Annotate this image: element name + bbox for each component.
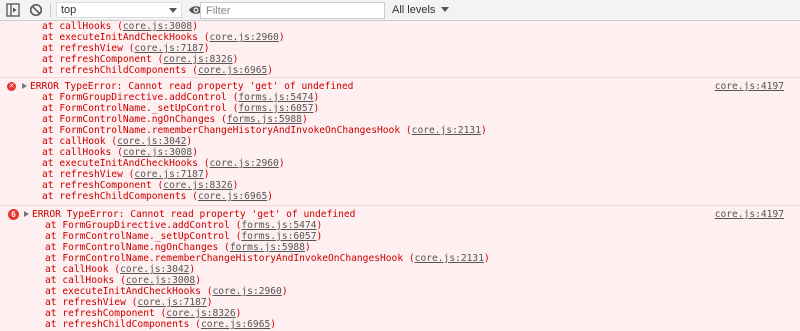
stack-frame: at executeInitAndCheckHooks (core.js:296… (42, 158, 285, 169)
error-message: ERROR TypeError: Cannot read property 'g… (32, 209, 356, 220)
stack-frame: at callHooks (core.js:3008) (45, 275, 201, 286)
stack-frame: at callHook (core.js:3042) (42, 136, 193, 147)
stack-frame: at callHook (core.js:3042) (45, 264, 196, 275)
stack-frame: at refreshComponent (core.js:8326) (42, 54, 239, 65)
log-levels-dropdown[interactable]: All levels (392, 4, 450, 16)
source-link[interactable]: core.js:6965 (198, 191, 267, 202)
source-link[interactable]: core.js:3042 (117, 136, 186, 147)
stack-frame: at refreshChildComponents (core.js:6965) (42, 65, 274, 76)
source-link[interactable]: forms.js:5988 (230, 242, 305, 253)
context-selector[interactable]: top (56, 2, 182, 18)
expand-triangle-icon[interactable] (24, 211, 29, 217)
clear-console-icon[interactable] (29, 3, 43, 17)
expand-triangle-icon[interactable] (22, 83, 27, 89)
source-link[interactable]: forms.js:5474 (238, 92, 313, 103)
stack-frame: at callHooks (core.js:3008) (42, 21, 198, 32)
stack-frame: at FormControlName.ngOnChanges (forms.js… (42, 114, 308, 125)
stack-frame: at executeInitAndCheckHooks (core.js:296… (45, 286, 288, 297)
source-link[interactable]: core.js:8326 (163, 180, 232, 191)
console-message: at callHooks (core.js:3008) at executeIn… (0, 21, 800, 76)
source-link[interactable]: core.js:7187 (134, 169, 203, 180)
console-toolbar: top All levels (0, 0, 800, 21)
stack-frame: at FormControlName.rememberChangeHistory… (45, 253, 490, 264)
source-link[interactable]: core.js:3008 (123, 21, 192, 32)
stack-frame: at refreshChildComponents (core.js:6965) (42, 191, 274, 202)
stack-frame: at FormGroupDirective.addControl (forms.… (45, 220, 323, 231)
source-link[interactable]: forms.js:5474 (241, 220, 316, 231)
source-link[interactable]: forms.js:6057 (238, 103, 313, 114)
stack-frame: at refreshChildComponents (core.js:6965) (45, 319, 277, 330)
source-link[interactable]: core.js:6965 (198, 65, 267, 76)
log-levels-label: All levels (392, 4, 436, 16)
source-link[interactable]: core.js:2960 (213, 286, 282, 297)
stack-frame: at refreshComponent (core.js:8326) (42, 180, 239, 191)
source-link[interactable]: core.js:3008 (123, 147, 192, 158)
repeat-count-badge: 6 (8, 209, 19, 220)
source-link[interactable]: core.js:4197 (715, 209, 784, 220)
stack-frame: at refreshView (core.js:7187) (45, 297, 213, 308)
source-link[interactable]: core.js:6965 (201, 319, 270, 330)
source-link[interactable]: core.js:3008 (126, 275, 195, 286)
console-message: 6 ERROR TypeError: Cannot read property … (0, 205, 800, 331)
source-link[interactable]: core.js:8326 (166, 308, 235, 319)
chevron-down-icon (169, 8, 177, 13)
source-link[interactable]: core.js:7187 (134, 43, 203, 54)
stack-frame: at FormControlName._setUpControl (forms.… (42, 103, 320, 114)
stack-frame: at refreshComponent (core.js:8326) (45, 308, 242, 319)
source-link[interactable]: core.js:2131 (415, 253, 484, 264)
error-icon: ✕ (7, 82, 16, 91)
stack-frame: at FormGroupDirective.addControl (forms.… (42, 92, 320, 103)
console-messages: at callHooks (core.js:3008) at executeIn… (0, 21, 800, 331)
stack-frame: at FormControlName._setUpControl (forms.… (45, 231, 323, 242)
show-sidebar-icon[interactable] (6, 3, 20, 17)
source-link[interactable]: forms.js:5988 (227, 114, 302, 125)
source-link[interactable]: core.js:2131 (412, 125, 481, 136)
stack-frame: at refreshView (core.js:7187) (42, 169, 210, 180)
source-link[interactable]: core.js:2960 (210, 158, 279, 169)
stack-frame: at FormControlName.ngOnChanges (forms.js… (45, 242, 311, 253)
source-link[interactable]: core.js:7187 (137, 297, 206, 308)
source-link[interactable]: forms.js:6057 (241, 231, 316, 242)
stack-frame: at executeInitAndCheckHooks (core.js:296… (42, 32, 285, 43)
source-link[interactable]: core.js:3042 (120, 264, 189, 275)
error-message: ERROR TypeError: Cannot read property 'g… (30, 81, 354, 92)
chevron-down-icon (441, 7, 450, 12)
toolbar-divider (50, 3, 51, 18)
stack-frame: at FormControlName.rememberChangeHistory… (42, 125, 487, 136)
stack-frame: at refreshView (core.js:7187) (42, 43, 210, 54)
stack-frame: at callHooks (core.js:3008) (42, 147, 198, 158)
context-selector-value: top (61, 4, 77, 16)
console-message: ✕ ERROR TypeError: Cannot read property … (0, 77, 800, 205)
source-link[interactable]: core.js:2960 (210, 32, 279, 43)
filter-input[interactable] (200, 2, 385, 19)
source-link[interactable]: core.js:8326 (163, 54, 232, 65)
source-link[interactable]: core.js:4197 (715, 81, 784, 92)
